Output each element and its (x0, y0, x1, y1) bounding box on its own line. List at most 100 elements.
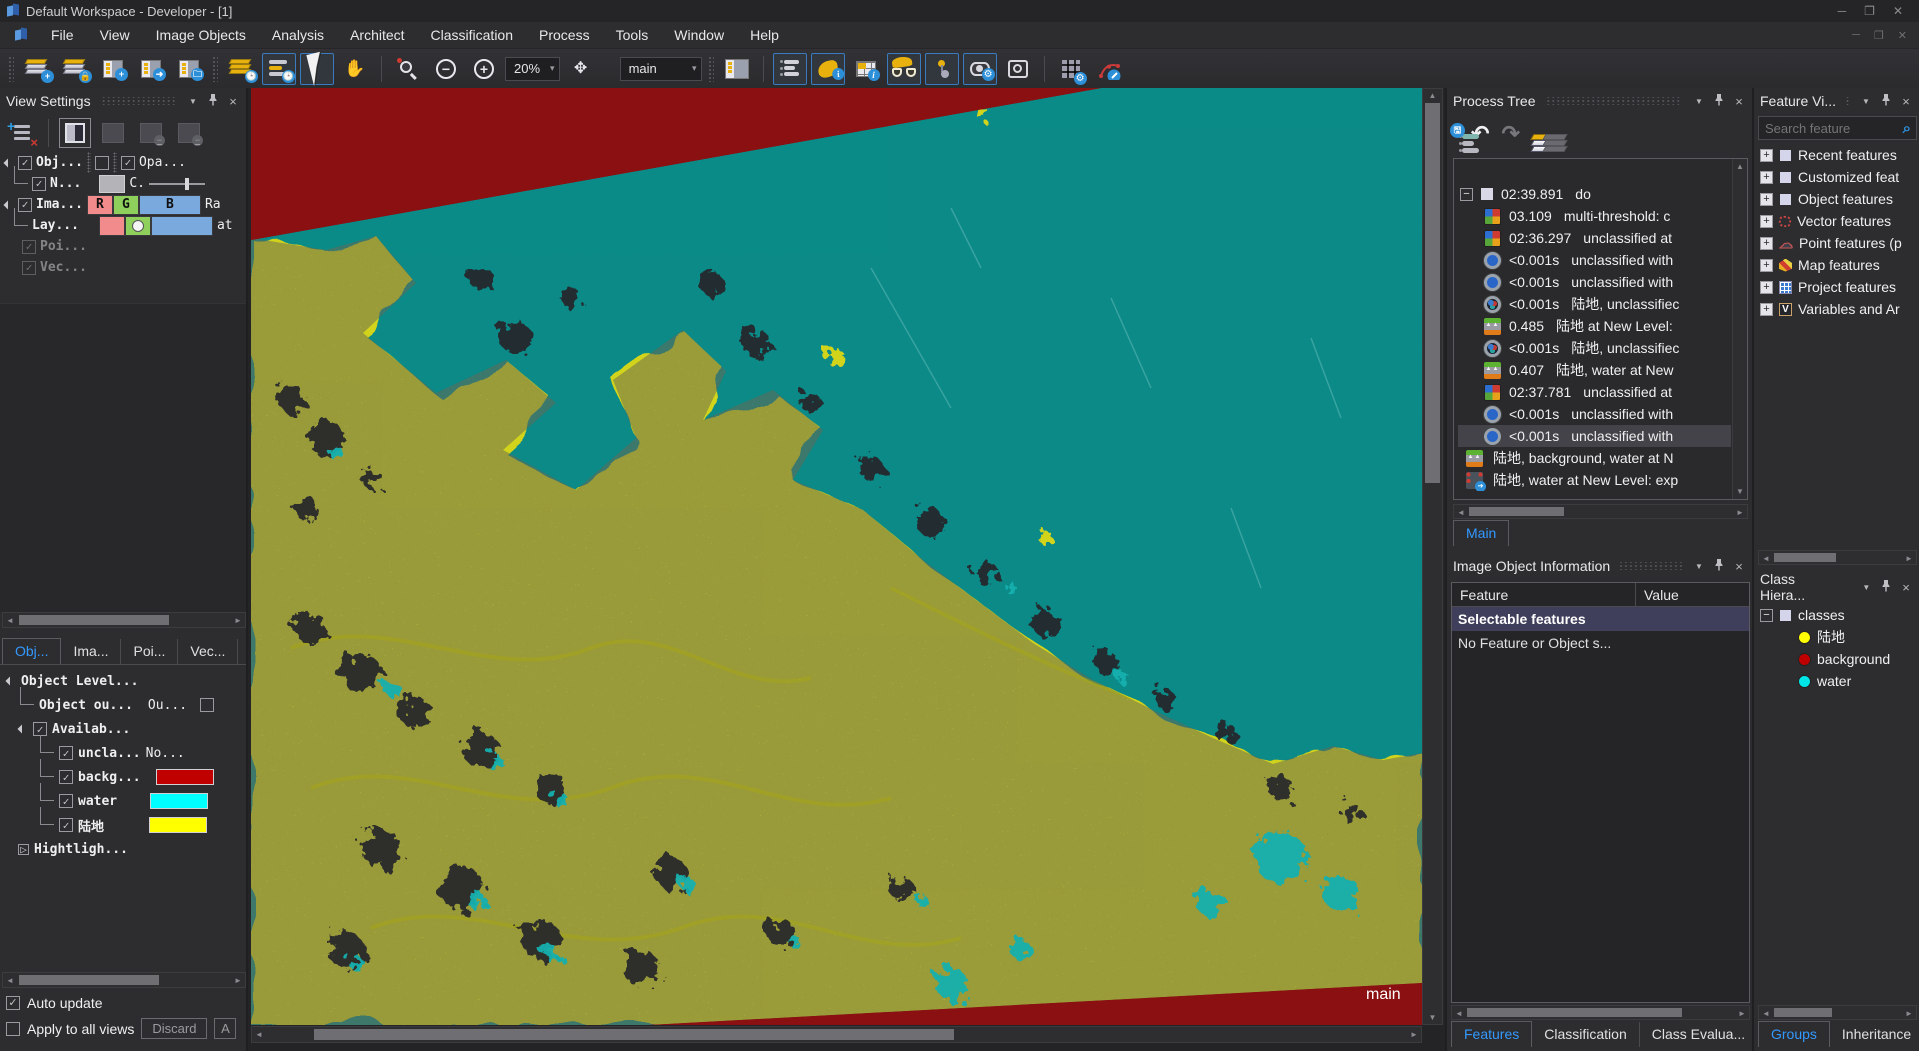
navigate-button[interactable]: ✥ (564, 53, 598, 85)
pin-icon[interactable] (1712, 94, 1726, 109)
tab-inheritance[interactable]: Inheritance (1830, 1022, 1919, 1047)
feature-group-map[interactable]: +Map features (1756, 254, 1919, 276)
workspace-settings-button[interactable] (1054, 53, 1088, 85)
panel-close-icon[interactable]: × (226, 94, 240, 109)
tree-row-layer[interactable]: Lay... at (0, 215, 246, 236)
process-row[interactable]: <0.001s陆地, unclassifiec (1458, 337, 1731, 359)
scroll-left-icon[interactable]: ◄ (3, 973, 17, 987)
class-hierarchy-hscrollbar[interactable]: ◄ ► (1758, 1005, 1917, 1020)
split-view-sync-button[interactable]: − (135, 118, 167, 148)
tree-row-background[interactable]: ✓ backg... (0, 765, 246, 789)
checkbox-checked[interactable]: ✓ (33, 722, 47, 736)
scroll-up-icon[interactable]: ▲ (1423, 91, 1442, 100)
class-row-background[interactable]: background (1756, 648, 1919, 670)
process-profiler-button[interactable]: 🕒 (262, 53, 296, 85)
zoom-in-button[interactable]: + (467, 53, 501, 85)
checkbox-checked[interactable]: ✓ (59, 746, 73, 760)
scroll-left-icon[interactable]: ◄ (1759, 1006, 1773, 1019)
feature-group-customized[interactable]: +Customized feat (1756, 166, 1919, 188)
tab-class-evaluation[interactable]: Class Evalua... (1640, 1022, 1757, 1047)
expand-icon[interactable]: + (1760, 237, 1773, 250)
discard-button[interactable]: Discard (141, 1018, 207, 1039)
process-row[interactable]: 0.485陆地 at New Level: (1458, 315, 1731, 337)
child-close-icon[interactable]: ✕ (1898, 29, 1907, 42)
process-row[interactable]: <0.001sunclassified with (1458, 271, 1731, 293)
tree-row-object-outline[interactable]: Object ou... Ou... (0, 693, 246, 717)
pin-icon[interactable] (206, 94, 220, 109)
close-icon[interactable]: ✕ (1893, 4, 1903, 18)
color-swatch-gray[interactable] (99, 175, 125, 193)
image-object-info-hscrollbar[interactable]: ◄ ► (1451, 1005, 1750, 1020)
process-row[interactable]: <0.001sunclassified with (1458, 249, 1731, 271)
edit-image-levels-button[interactable]: +× (6, 118, 38, 148)
collapse-icon[interactable]: − (1460, 188, 1473, 201)
toggle-class-hierarchy-button[interactable] (925, 53, 959, 85)
panel-close-icon[interactable]: × (1899, 580, 1913, 595)
map-view[interactable]: main ▲ ▼ ◄ ► (248, 88, 1445, 1051)
map-hscrollbar[interactable]: ◄ ► (251, 1026, 1422, 1043)
classified-scene[interactable] (251, 88, 1422, 1025)
toggle-image-object-info-button[interactable] (811, 53, 845, 85)
scroll-right-icon[interactable]: ► (231, 973, 245, 987)
view-settings-button[interactable] (963, 53, 997, 85)
menu-image-objects[interactable]: Image Objects (143, 23, 259, 47)
panel-grip[interactable] (1620, 562, 1682, 570)
red-channel-cell[interactable]: R (87, 195, 113, 215)
process-row-selected[interactable]: <0.001sunclassified with (1458, 425, 1731, 447)
search-icon[interactable]: ⌕ (1898, 120, 1916, 137)
panel-menu-icon[interactable]: ▼ (186, 97, 200, 106)
expand-icon[interactable]: + (1760, 171, 1773, 184)
toggle-process-tree-button[interactable] (773, 53, 807, 85)
new-workspace-button[interactable]: + (20, 53, 54, 85)
classes-root-row[interactable]: − classes (1756, 604, 1919, 626)
collapse-icon[interactable]: − (1760, 609, 1773, 622)
scroll-right-icon[interactable]: ► (1902, 1006, 1916, 1019)
checkbox-checked[interactable]: ✓ (59, 770, 73, 784)
menu-architect[interactable]: Architect (337, 23, 417, 47)
minimize-icon[interactable]: ─ (1838, 4, 1847, 18)
tree-row-outline[interactable]: ✓ N... C. (0, 173, 246, 194)
expand-triangle-icon[interactable] (17, 724, 26, 733)
pan-tool-button[interactable]: ✋ (338, 53, 372, 85)
column-value[interactable]: Value (1636, 587, 1679, 603)
add-scene-button[interactable]: + (96, 53, 130, 85)
scroll-right-icon[interactable]: ► (1735, 1006, 1749, 1019)
toolbar-grip[interactable] (708, 56, 714, 82)
layer-red-cell[interactable] (99, 216, 125, 236)
split-view-independent-button[interactable]: − (173, 118, 205, 148)
tree-row-object-level[interactable]: Object Level... (0, 669, 246, 693)
scroll-thumb[interactable] (1774, 1008, 1832, 1017)
panel-menu-icon[interactable]: ▼ (1692, 97, 1706, 106)
open-scene-button[interactable]: 🗀 (172, 53, 206, 85)
toggle-feature-view-button[interactable] (887, 53, 921, 85)
toolbar-grip[interactable] (212, 56, 218, 82)
checkbox-checked[interactable]: ✓ (121, 156, 135, 170)
process-row[interactable]: 02:37.781unclassified at (1458, 381, 1731, 403)
pin-icon[interactable] (1879, 580, 1893, 595)
tree-row-objects[interactable]: ✓ Obj... ✓ Opa... (0, 152, 246, 173)
scroll-left-icon[interactable]: ◄ (1454, 505, 1468, 518)
tree-row-water[interactable]: ✓ water (0, 789, 246, 813)
scroll-down-icon[interactable]: ▼ (1733, 487, 1747, 496)
map-vscrollbar[interactable]: ▲ ▼ (1422, 88, 1443, 1025)
process-row[interactable]: <0.001sunclassified with (1458, 403, 1731, 425)
expand-icon[interactable]: + (1760, 193, 1773, 206)
save-workspace-button[interactable]: 🔒 (58, 53, 92, 85)
panel-grip[interactable] (1844, 97, 1851, 105)
redo-button[interactable]: ↷ (1501, 124, 1519, 144)
scroll-right-icon[interactable]: ► (1733, 505, 1747, 518)
zoom-area-button[interactable] (391, 53, 425, 85)
process-tree-hscrollbar[interactable]: ◄ ► (1453, 504, 1748, 519)
panel-splitter[interactable] (1447, 546, 1752, 553)
process-row[interactable]: 03.109multi-threshold: c (1458, 205, 1731, 227)
class-row-land[interactable]: 陆地 (1756, 626, 1919, 648)
panel-close-icon[interactable]: × (1732, 94, 1746, 109)
process-row[interactable]: <0.001s陆地, unclassifiec (1458, 293, 1731, 315)
scroll-up-icon[interactable]: ▲ (1733, 162, 1747, 171)
expand-triangle-icon[interactable] (5, 676, 14, 685)
panel-menu-icon[interactable]: ▼ (1859, 583, 1873, 592)
tab-object-levels[interactable]: Obj... (2, 638, 61, 664)
scroll-right-icon[interactable]: ► (231, 613, 245, 627)
class-color-swatch[interactable] (156, 769, 214, 785)
map-combo[interactable]: main▾ (620, 57, 702, 81)
